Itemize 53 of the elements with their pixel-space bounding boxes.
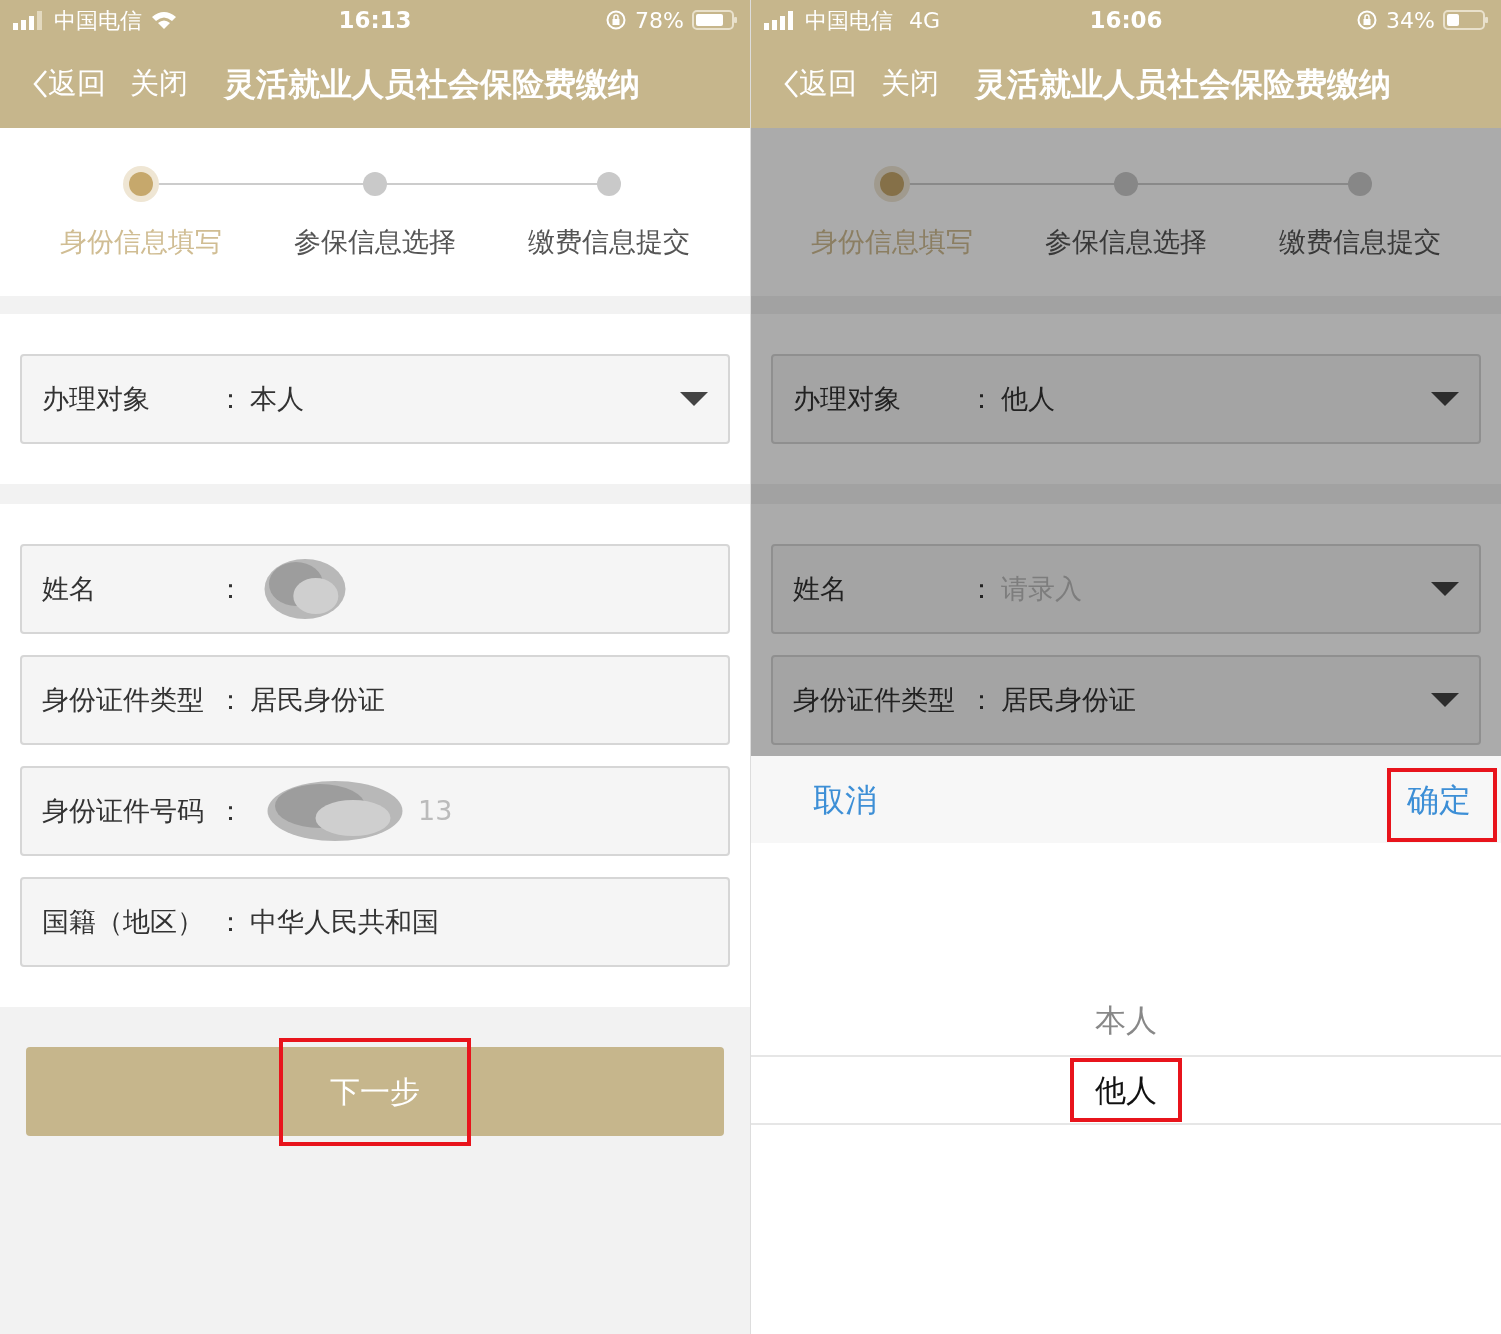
wifi-icon (150, 10, 178, 30)
field-label: 办理对象 (793, 381, 902, 416)
colon: ： (966, 571, 996, 606)
field-label: 办理对象 (42, 381, 151, 416)
input-field[interactable]: 身份证件号码 ： 13 (20, 766, 730, 856)
chevron-left-icon (32, 69, 48, 99)
colon: ： (966, 682, 996, 717)
carrier-name: 中国电信 (805, 6, 893, 35)
confirm-button[interactable]: 确定 (1407, 775, 1501, 824)
time-text: 16:06 (1088, 5, 1164, 35)
colon: ： (215, 381, 245, 416)
colon: ： (215, 793, 245, 828)
input-field[interactable]: 身份证件类型 ： 居民身份证 (20, 655, 730, 745)
cancel-button[interactable]: 取消 (781, 775, 909, 824)
orientation-lock-icon (605, 9, 628, 31)
battery-percent: 34% (1386, 6, 1435, 35)
dropdown-field[interactable]: 身份证件类型 ： 居民身份证 (771, 655, 1481, 745)
dropdown-field[interactable]: 办理对象 ： 他人 (771, 354, 1481, 444)
dropdown-field[interactable]: 办理对象 ： 本人 (20, 354, 730, 444)
field-label: 身份证件号码 (42, 793, 205, 828)
field-label: 姓名 (42, 571, 97, 606)
field-value: 居民身份证 (1001, 682, 1136, 717)
input-field[interactable]: 姓名 ： (20, 544, 730, 634)
field-label: 身份证件类型 (42, 682, 205, 717)
field-value: 本人 (250, 381, 304, 416)
step-label[interactable]: 参保信息选择 (294, 222, 456, 263)
page-title: 灵活就业人员社会保险费缴纳 (224, 64, 640, 105)
battery-icon (1443, 9, 1489, 31)
field-value: 居民身份证 (250, 682, 385, 717)
colon: ： (215, 571, 245, 606)
colon: ： (215, 682, 245, 717)
battery-percent: 78% (635, 6, 684, 35)
chevron-left-icon (783, 69, 799, 99)
step-label[interactable]: 缴费信息提交 (1279, 222, 1441, 263)
input-field[interactable]: 国籍（地区） ： 中华人民共和国 (20, 877, 730, 967)
field-value: 他人 (1001, 381, 1055, 416)
picker-option[interactable]: 他人 (1095, 1066, 1157, 1114)
step-label[interactable]: 参保信息选择 (1045, 222, 1207, 263)
time-text: 16:13 (337, 5, 413, 35)
colon: ： (966, 381, 996, 416)
network-type: 4G (909, 6, 941, 35)
battery-icon (692, 9, 738, 31)
colon: ： (215, 904, 245, 939)
step-label[interactable]: 缴费信息提交 (528, 222, 690, 263)
picker-option[interactable]: 本人 (1095, 996, 1157, 1044)
field-label: 身份证件类型 (793, 682, 956, 717)
field-value: 中华人民共和国 (250, 904, 439, 939)
carrier-name: 中国电信 (54, 6, 142, 35)
field-value: 13 (418, 793, 453, 828)
field-label: 姓名 (793, 571, 848, 606)
orientation-lock-icon (1356, 9, 1379, 31)
page-title: 灵活就业人员社会保险费缴纳 (975, 64, 1391, 105)
field-label: 国籍（地区） (42, 904, 205, 939)
